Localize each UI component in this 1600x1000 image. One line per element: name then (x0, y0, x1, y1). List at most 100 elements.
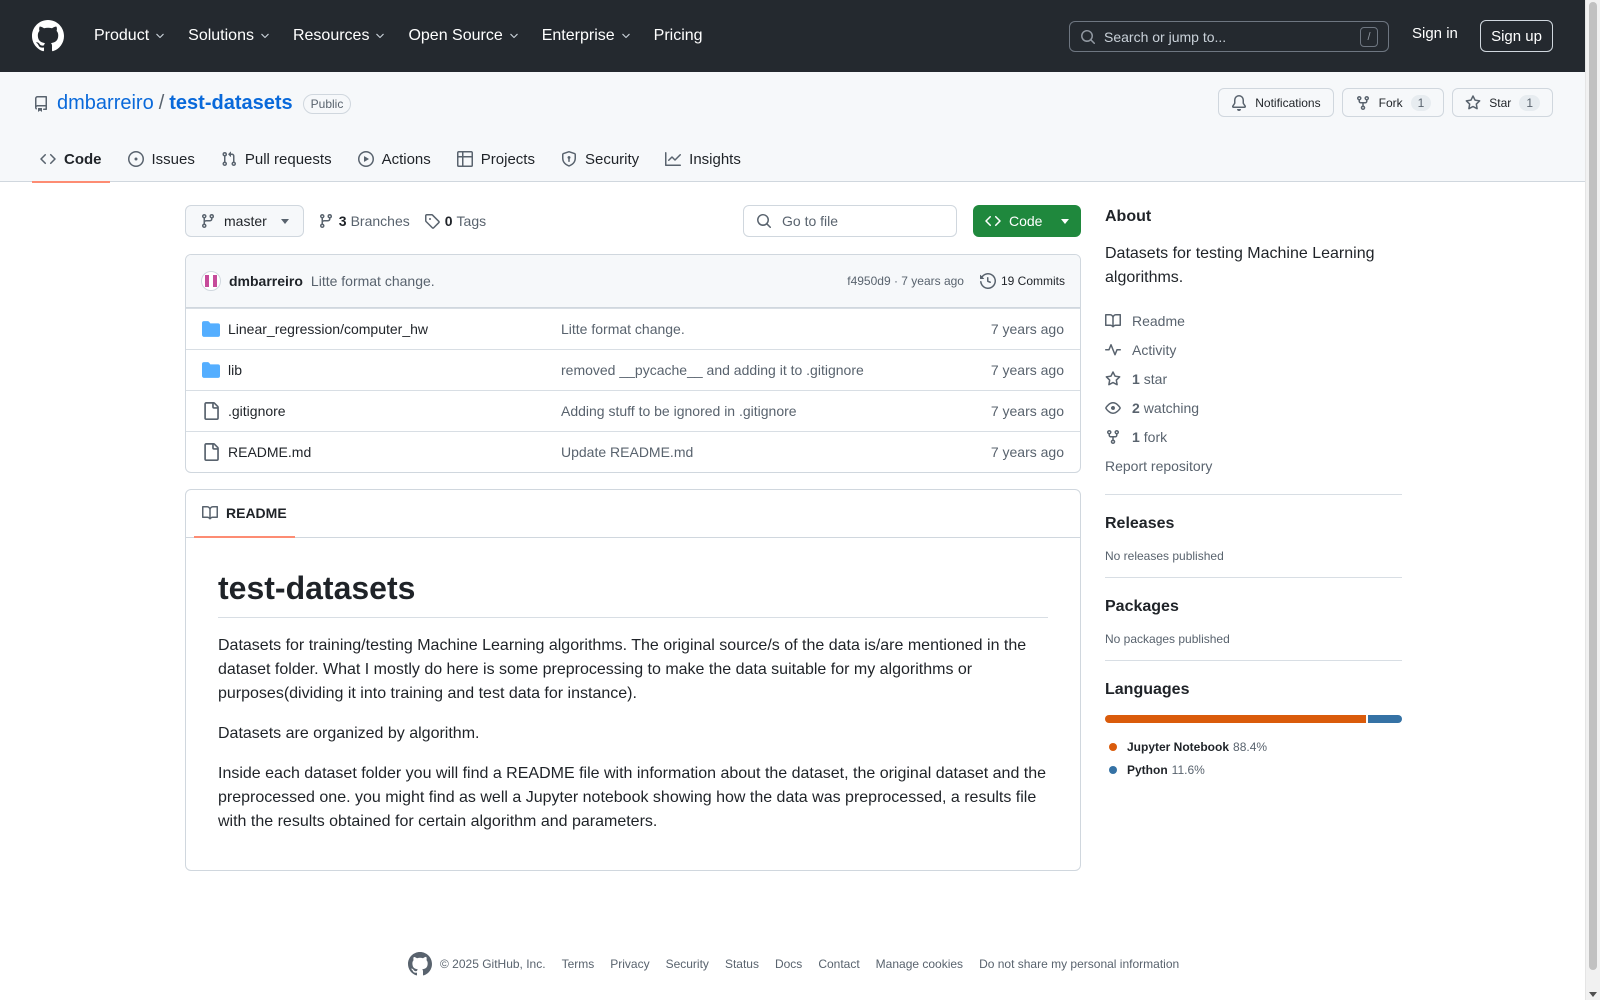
readme-body: test-datasets Datasets for training/test… (186, 538, 1080, 834)
tags-link[interactable]: 0 Tags (424, 213, 486, 229)
history-icon (979, 273, 996, 289)
branches-link[interactable]: 3 Branches (318, 213, 410, 229)
github-logo-icon[interactable] (408, 952, 432, 976)
releases-section: Releases No releases published (1105, 494, 1402, 563)
sign-up-button[interactable]: Sign up (1480, 20, 1553, 52)
packages-title[interactable]: Packages (1105, 598, 1402, 616)
code-icon (985, 215, 1001, 227)
vertical-scrollbar[interactable] (1585, 0, 1600, 1000)
language-item[interactable]: Jupyter Notebook 88.4% (1105, 735, 1402, 758)
report-repository-link[interactable]: Report repository (1105, 451, 1402, 480)
language-percent: 88.4% (1233, 739, 1268, 754)
chevron-down-icon (621, 33, 630, 39)
tags-label: Tags (456, 213, 487, 229)
notifications-button[interactable]: Notifications (1218, 88, 1334, 117)
tab-projects[interactable]: Projects (449, 136, 543, 182)
github-logo-icon[interactable] (32, 20, 64, 52)
tab-readme[interactable]: README (194, 489, 295, 538)
chevron-down-icon (156, 33, 164, 39)
packages-section: Packages No packages published (1105, 577, 1402, 646)
go-to-file-input[interactable]: Go to file (743, 205, 957, 237)
tab-issues[interactable]: Issues (120, 136, 203, 182)
file-commit-link[interactable]: Adding stuff to be ignored in .gitignore (561, 403, 991, 419)
footer-link-status[interactable]: Status (725, 957, 759, 971)
nav-solutions[interactable]: Solutions (180, 18, 279, 54)
nav-open-source[interactable]: Open Source (400, 18, 527, 54)
file-name-link[interactable]: Linear_regression/computer_hw (228, 321, 561, 337)
caret-down-icon (1061, 218, 1069, 224)
commit-message-link[interactable]: Litte format change. (311, 273, 435, 289)
file-name-link[interactable]: .gitignore (228, 403, 561, 419)
file-row[interactable]: .gitignore Adding stuff to be ignored in… (186, 390, 1080, 431)
file-commit-link[interactable]: Litte format change. (561, 321, 991, 337)
watching-link[interactable]: 2 watching (1105, 393, 1402, 422)
notifications-label: Notifications (1255, 95, 1321, 110)
file-row[interactable]: lib removed __pycache__ and adding it to… (186, 349, 1080, 390)
scrollbar-thumb[interactable] (1589, 2, 1597, 970)
language-item[interactable]: Python 11.6% (1105, 758, 1402, 781)
language-name: Jupyter Notebook (1127, 739, 1230, 754)
scroll-down-arrow-icon[interactable] (1589, 992, 1597, 997)
forks-link[interactable]: 1 fork (1105, 422, 1402, 451)
stars-link[interactable]: 1 star (1105, 364, 1402, 393)
nav-open-source-label: Open Source (408, 27, 503, 44)
footer-link-contact[interactable]: Contact (818, 957, 859, 971)
footer-link-manage-cookies[interactable]: Manage cookies (876, 957, 963, 971)
nav-enterprise[interactable]: Enterprise (534, 18, 640, 54)
footer-link-do-not-share[interactable]: Do not share my personal information (979, 957, 1179, 971)
tab-actions[interactable]: Actions (350, 136, 439, 182)
fork-icon (1356, 95, 1369, 110)
avatar[interactable] (201, 271, 221, 291)
star-icon (1465, 94, 1481, 109)
footer-link-terms[interactable]: Terms (562, 957, 595, 971)
repo-actions: Notifications Fork 1 Star 1 (1218, 88, 1553, 117)
branch-selector[interactable]: master (185, 205, 304, 237)
commit-meta[interactable]: f4950d9 · 7 years ago (847, 274, 964, 288)
star-button[interactable]: Star 1 (1452, 88, 1553, 117)
file-name-link[interactable]: README.md (228, 444, 561, 460)
readme-link[interactable]: Readme (1105, 306, 1402, 335)
stars-count: 1 (1132, 370, 1140, 387)
sign-in-link[interactable]: Sign in (1412, 25, 1458, 42)
activity-link[interactable]: Activity (1105, 335, 1402, 364)
tab-insights[interactable]: Insights (657, 136, 749, 182)
nav-pricing[interactable]: Pricing (646, 18, 711, 54)
star-label: Star (1489, 95, 1512, 110)
nav-resources[interactable]: Resources (285, 18, 394, 54)
language-percent: 11.6% (1171, 762, 1205, 777)
search-input[interactable]: Search or jump to... / (1069, 21, 1389, 52)
repo-icon (35, 95, 47, 112)
tab-code[interactable]: Code (32, 136, 110, 183)
footer-link-privacy[interactable]: Privacy (610, 957, 649, 971)
releases-title[interactable]: Releases (1105, 515, 1402, 533)
star-icon (1105, 370, 1121, 385)
tab-pull-requests[interactable]: Pull requests (213, 136, 340, 182)
commit-author-link[interactable]: dmbarreiro (229, 273, 303, 289)
file-commit-link[interactable]: Update README.md (561, 444, 991, 460)
file-commit-link[interactable]: removed __pycache__ and adding it to .gi… (561, 362, 991, 378)
readme-link-label: Readme (1132, 312, 1185, 329)
stars-label: star (1143, 370, 1168, 387)
footer-link-security[interactable]: Security (666, 957, 709, 971)
repo-owner-link[interactable]: dmbarreiro (57, 92, 154, 115)
file-row[interactable]: Linear_regression/computer_hw Litte form… (186, 308, 1080, 349)
shield-icon (561, 151, 576, 167)
fork-button[interactable]: Fork 1 (1341, 88, 1445, 117)
nav-product[interactable]: Product (86, 18, 174, 54)
book-icon (202, 505, 218, 520)
file-name-link[interactable]: lib (228, 362, 561, 378)
forks-label: fork (1143, 428, 1168, 445)
readme-title: test-datasets (218, 570, 1048, 618)
footer-link-docs[interactable]: Docs (775, 957, 802, 971)
nav-solutions-label: Solutions (188, 27, 254, 44)
repo-name-link[interactable]: test-datasets (169, 92, 292, 115)
commits-history-link[interactable]: 19 Commits (979, 273, 1065, 289)
file-icon (204, 402, 219, 420)
code-dropdown-button[interactable]: Code (973, 205, 1081, 237)
tab-security[interactable]: Security (553, 136, 647, 182)
branch-icon (319, 214, 332, 229)
file-row[interactable]: README.md Update README.md 7 years ago (186, 431, 1080, 472)
language-color-dot (1109, 742, 1117, 751)
fork-label: Fork (1378, 95, 1403, 110)
readme-paragraph: Datasets for training/testing Machine Le… (218, 637, 1027, 702)
